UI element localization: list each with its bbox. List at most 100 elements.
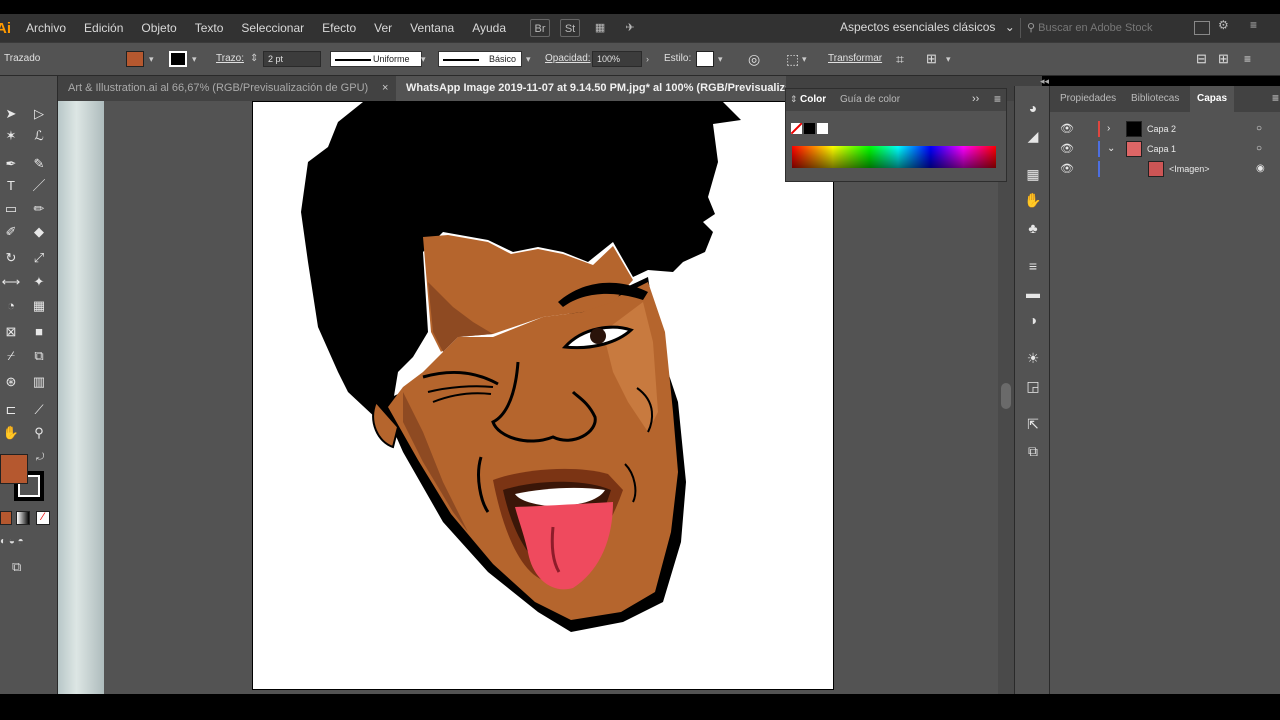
window-layout-icon[interactable] [1194,21,1210,35]
chevron-right-icon[interactable]: › [646,43,649,75]
variable-width-profile-dropdown[interactable]: Uniforme [330,51,422,67]
menu-archivo[interactable]: Archivo [26,21,66,35]
panel-collapse-icon[interactable]: ⇕ [790,94,798,105]
stroke-weight-input[interactable]: 2 pt [263,51,321,67]
transform-button[interactable]: Transformar [828,43,882,75]
expand-icon[interactable]: ›› [972,93,979,105]
blend-tool-icon[interactable]: ⧉ [28,346,50,366]
lasso-tool-icon[interactable]: ℒ [28,126,50,146]
opacity-label[interactable]: Opacidad: [545,43,591,75]
target-icon[interactable]: ○ [1256,139,1262,159]
tab-color[interactable]: Color [800,94,826,105]
direct-selection-tool-icon[interactable]: ▷ [28,104,50,124]
tab-properties[interactable]: Propiedades [1060,86,1116,112]
export-icon[interactable]: ⇱ [1023,414,1043,434]
puppet-warp-tool-icon[interactable]: ✦ [28,272,50,292]
layer-row[interactable]: 👁 ⌄ Capa 1 ○ [1050,139,1280,159]
tab-color-guide[interactable]: Guía de color [840,94,900,105]
stroke-panel-icon[interactable]: ≡ [1023,256,1043,276]
menu-seleccionar[interactable]: Seleccionar [241,21,304,35]
layer-name[interactable]: Capa 1 [1147,139,1176,159]
panel-menu-icon[interactable]: ≡ [1250,18,1257,32]
menu-ventana[interactable]: Ventana [410,21,454,35]
tab-libraries[interactable]: Bibliotecas [1131,86,1179,112]
stock-search-input[interactable]: ⚲ Buscar en Adobe Stock [1020,18,1187,38]
shape-builder-tool-icon[interactable]: ◔ [0,296,22,316]
appearance-icon[interactable]: ☀ [1023,348,1043,368]
mesh-tool-icon[interactable]: ⊠ [0,322,22,342]
stepper-icon[interactable]: ⇕ [250,43,258,75]
symbol-sprayer-tool-icon[interactable]: ⊛ [0,372,22,392]
color-guide-icon[interactable]: ◢ [1023,126,1043,146]
menu-texto[interactable]: Texto [195,21,224,35]
menu-ver[interactable]: Ver [374,21,392,35]
scale-tool-icon[interactable]: ⤢ [28,248,50,268]
menu-edicion[interactable]: Edición [84,21,123,35]
chevron-down-icon[interactable]: ▾ [718,43,723,75]
tab-layers[interactable]: Capas [1190,86,1235,112]
pen-tool-icon[interactable]: ✒ [0,154,22,174]
gradient-tool-icon[interactable]: ■ [28,322,50,342]
none-swatch[interactable] [791,123,802,134]
symbols-icon[interactable]: ♣ [1023,218,1043,238]
stroke-swatch[interactable] [169,51,187,67]
layer-name[interactable]: Capa 2 [1147,119,1176,139]
opacity-input[interactable]: 100% [592,51,642,67]
swap-fill-stroke-icon[interactable]: ⤾ [36,452,44,463]
tab-whatsapp-image[interactable]: WhatsApp Image 2019-11-07 at 9.14.50 PM.… [396,76,786,101]
curvature-tool-icon[interactable]: ✎ [28,154,50,174]
rotate-tool-icon[interactable]: ↻ [0,248,22,268]
isolate-icon[interactable]: ⌗ [896,43,904,75]
slice-tool-icon[interactable]: ⟋ [28,400,50,420]
chevron-down-icon[interactable]: ▾ [802,43,807,75]
rectangle-tool-icon[interactable]: ▭ [0,199,22,219]
artboards-icon[interactable]: ⧉ [1023,441,1043,461]
arrange-icon[interactable]: ⊞ [926,43,937,75]
control-menu-icon[interactable]: ≡ [1244,43,1251,75]
draw-normal-icon[interactable]: ◐ ◒ ◓ [0,536,24,547]
target-icon[interactable]: ○ [1256,119,1262,139]
gradient-mode-icon[interactable] [16,511,30,525]
target-icon[interactable]: ◉ [1256,159,1265,179]
chevron-down-icon[interactable]: ▾ [526,43,531,75]
eye-icon[interactable]: 👁 [1060,159,1074,179]
gradient-panel-icon[interactable]: ▬ [1023,283,1043,303]
hand-tool-icon[interactable]: ✋ [0,423,22,443]
close-icon[interactable]: × [382,76,388,101]
fill-swatch[interactable] [126,51,144,67]
type-tool-icon[interactable]: T [0,176,22,196]
chevron-down-icon[interactable]: ▾ [421,43,426,75]
color-mode-icon[interactable] [0,511,12,525]
arrange-documents-icon[interactable]: ▦ [590,19,610,37]
eraser-tool-icon[interactable]: ◆ [28,222,50,242]
chevron-right-icon[interactable]: › [1107,119,1110,139]
menu-objeto[interactable]: Objeto [141,21,176,35]
transparency-icon[interactable]: ◑ [1023,310,1043,330]
screen-mode-icon[interactable]: ⧉ [12,559,21,575]
distribute-icon[interactable]: ⊟ [1196,43,1207,75]
shaper-tool-icon[interactable]: ✐ [0,222,22,242]
scrollbar-thumb[interactable] [1001,383,1011,409]
fill-color-box[interactable] [0,454,28,484]
selection-tool-icon[interactable]: ➤ [0,104,22,124]
color-panel-icon[interactable]: ◕ [1023,98,1043,118]
width-tool-icon[interactable]: ⟷ [0,272,22,292]
menu-efecto[interactable]: Efecto [322,21,356,35]
paintbrush-tool-icon[interactable]: ✏ [28,199,50,219]
eye-icon[interactable]: 👁 [1060,119,1074,139]
column-graph-tool-icon[interactable]: ▥ [28,372,50,392]
chevron-down-icon[interactable]: ⌄ [1107,139,1115,159]
bridge-icon[interactable]: Br [530,19,551,37]
white-swatch[interactable] [817,123,828,134]
vertical-scrollbar[interactable] [998,101,1014,694]
eye-icon[interactable]: 👁 [1060,139,1074,159]
vector-portrait[interactable] [253,102,834,690]
artboard[interactable] [252,101,834,690]
chevron-down-icon[interactable]: ▾ [149,43,154,75]
settings-icon[interactable]: ⚙ [1218,18,1229,32]
brush-definition-dropdown[interactable]: Básico [438,51,522,67]
swatches-icon[interactable]: ▦ [1023,164,1043,184]
layer-name[interactable]: <Imagen> [1169,159,1210,179]
brushes-icon[interactable]: ✋ [1023,190,1043,210]
color-spectrum-bar[interactable] [792,146,996,168]
